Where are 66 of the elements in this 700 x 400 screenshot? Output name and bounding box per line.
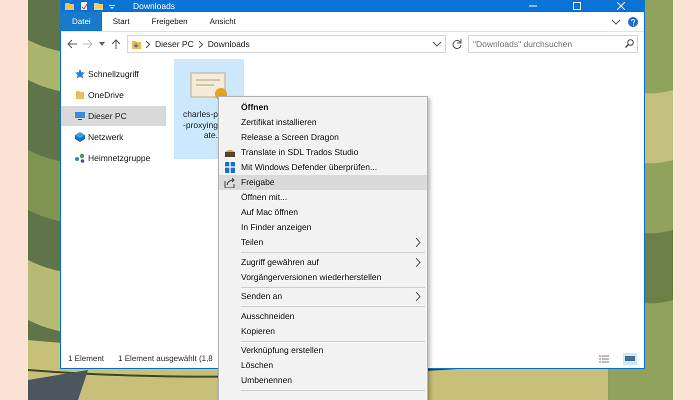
new-folder-icon (94, 2, 103, 10)
sidebar-label: Schnellzugriff (88, 68, 139, 80)
sidebar-item[interactable]: OneDrive (61, 85, 166, 105)
menu-item[interactable]: Senden an (219, 289, 427, 304)
breadcrumb-item[interactable]: Downloads (208, 38, 250, 50)
up-button[interactable] (111, 39, 121, 49)
homegroup-icon (75, 153, 85, 163)
back-button[interactable] (67, 39, 77, 49)
ribbon-tab[interactable]: Start (102, 12, 141, 31)
star-icon (75, 69, 85, 79)
menu-item[interactable]: Verknüpfung erstellen (219, 343, 427, 358)
menu-item[interactable]: Ausschneiden (219, 308, 427, 324)
dropdown-icon (433, 41, 441, 47)
chevron-icon (198, 40, 203, 48)
refresh-button[interactable] (452, 39, 462, 49)
download-folder-icon (132, 40, 141, 48)
refresh-icon (452, 39, 462, 49)
item-count: 1 Element (68, 353, 104, 365)
ribbon-tab[interactable]: Ansicht (198, 12, 247, 31)
menu-item[interactable]: Freigabe (219, 175, 427, 190)
search-field[interactable]: "Downloads" durchsuchen (468, 35, 638, 53)
sidebar-item[interactable]: Heimnetzgruppe (61, 148, 166, 168)
forward-icon (83, 39, 93, 49)
selection-info: 1 Element ausgewählt (1,8 (118, 353, 213, 365)
chevron-icon (146, 40, 150, 48)
menu-item[interactable]: Öffnen mit... (219, 190, 427, 205)
menu-item[interactable]: Kopieren (219, 324, 427, 338)
back-icon (67, 39, 77, 49)
window-title: Downloads (133, 2, 176, 10)
details-view-icon (599, 354, 609, 364)
properties-icon (80, 2, 88, 10)
menu-item[interactable]: In Finder anzeigen (219, 220, 427, 235)
close-icon (617, 2, 625, 10)
recent-locations-icon (99, 42, 105, 46)
chevron-icon (612, 18, 620, 24)
sidebar-item[interactable]: Netzwerk (61, 127, 166, 147)
breadcrumb-item[interactable]: Dieser PC (155, 38, 194, 50)
share-icon (224, 177, 236, 188)
up-icon (111, 39, 121, 49)
folder-icon (65, 2, 74, 10)
sidebar-label: OneDrive (88, 88, 124, 102)
sidebar-item[interactable]: Schnellzugriff (61, 64, 166, 84)
ribbon-tab[interactable]: Datei (61, 12, 102, 31)
certificate-icon (189, 71, 229, 101)
sidebar-label: Netzwerk (88, 130, 124, 144)
computer-icon (75, 111, 85, 121)
sidebar-item[interactable]: Dieser PC (61, 106, 166, 126)
search-icon (625, 39, 634, 48)
network-icon (75, 132, 85, 142)
ribbon-tab[interactable]: Freigeben (140, 12, 199, 31)
menu-item[interactable]: Teilen (219, 235, 427, 250)
maximize-icon (573, 2, 581, 10)
folder-icon (75, 90, 85, 100)
sidebar-label: Heimnetzgruppe (88, 152, 150, 164)
sidebar-label: Dieser PC (88, 110, 127, 122)
dropdown-icon (109, 2, 115, 10)
menu-item[interactable]: Löschen (219, 358, 427, 373)
menu-item[interactable]: Umbenennen (219, 373, 427, 388)
large-icons-view-icon (623, 353, 637, 365)
menu-item[interactable]: Mit Windows Defender überprüfen... (219, 160, 427, 175)
menu-item[interactable]: Zugriff gewähren auf (219, 254, 427, 270)
address-field[interactable]: Dieser PC Downloads (127, 35, 446, 53)
menu-item[interactable]: Auf Mac öffnen (219, 205, 427, 220)
menu-item[interactable]: Vorgängerversionen wiederherstellen (219, 270, 427, 284)
file-name: charles-p -proxying ate. (182, 109, 218, 140)
help-icon (628, 16, 638, 26)
